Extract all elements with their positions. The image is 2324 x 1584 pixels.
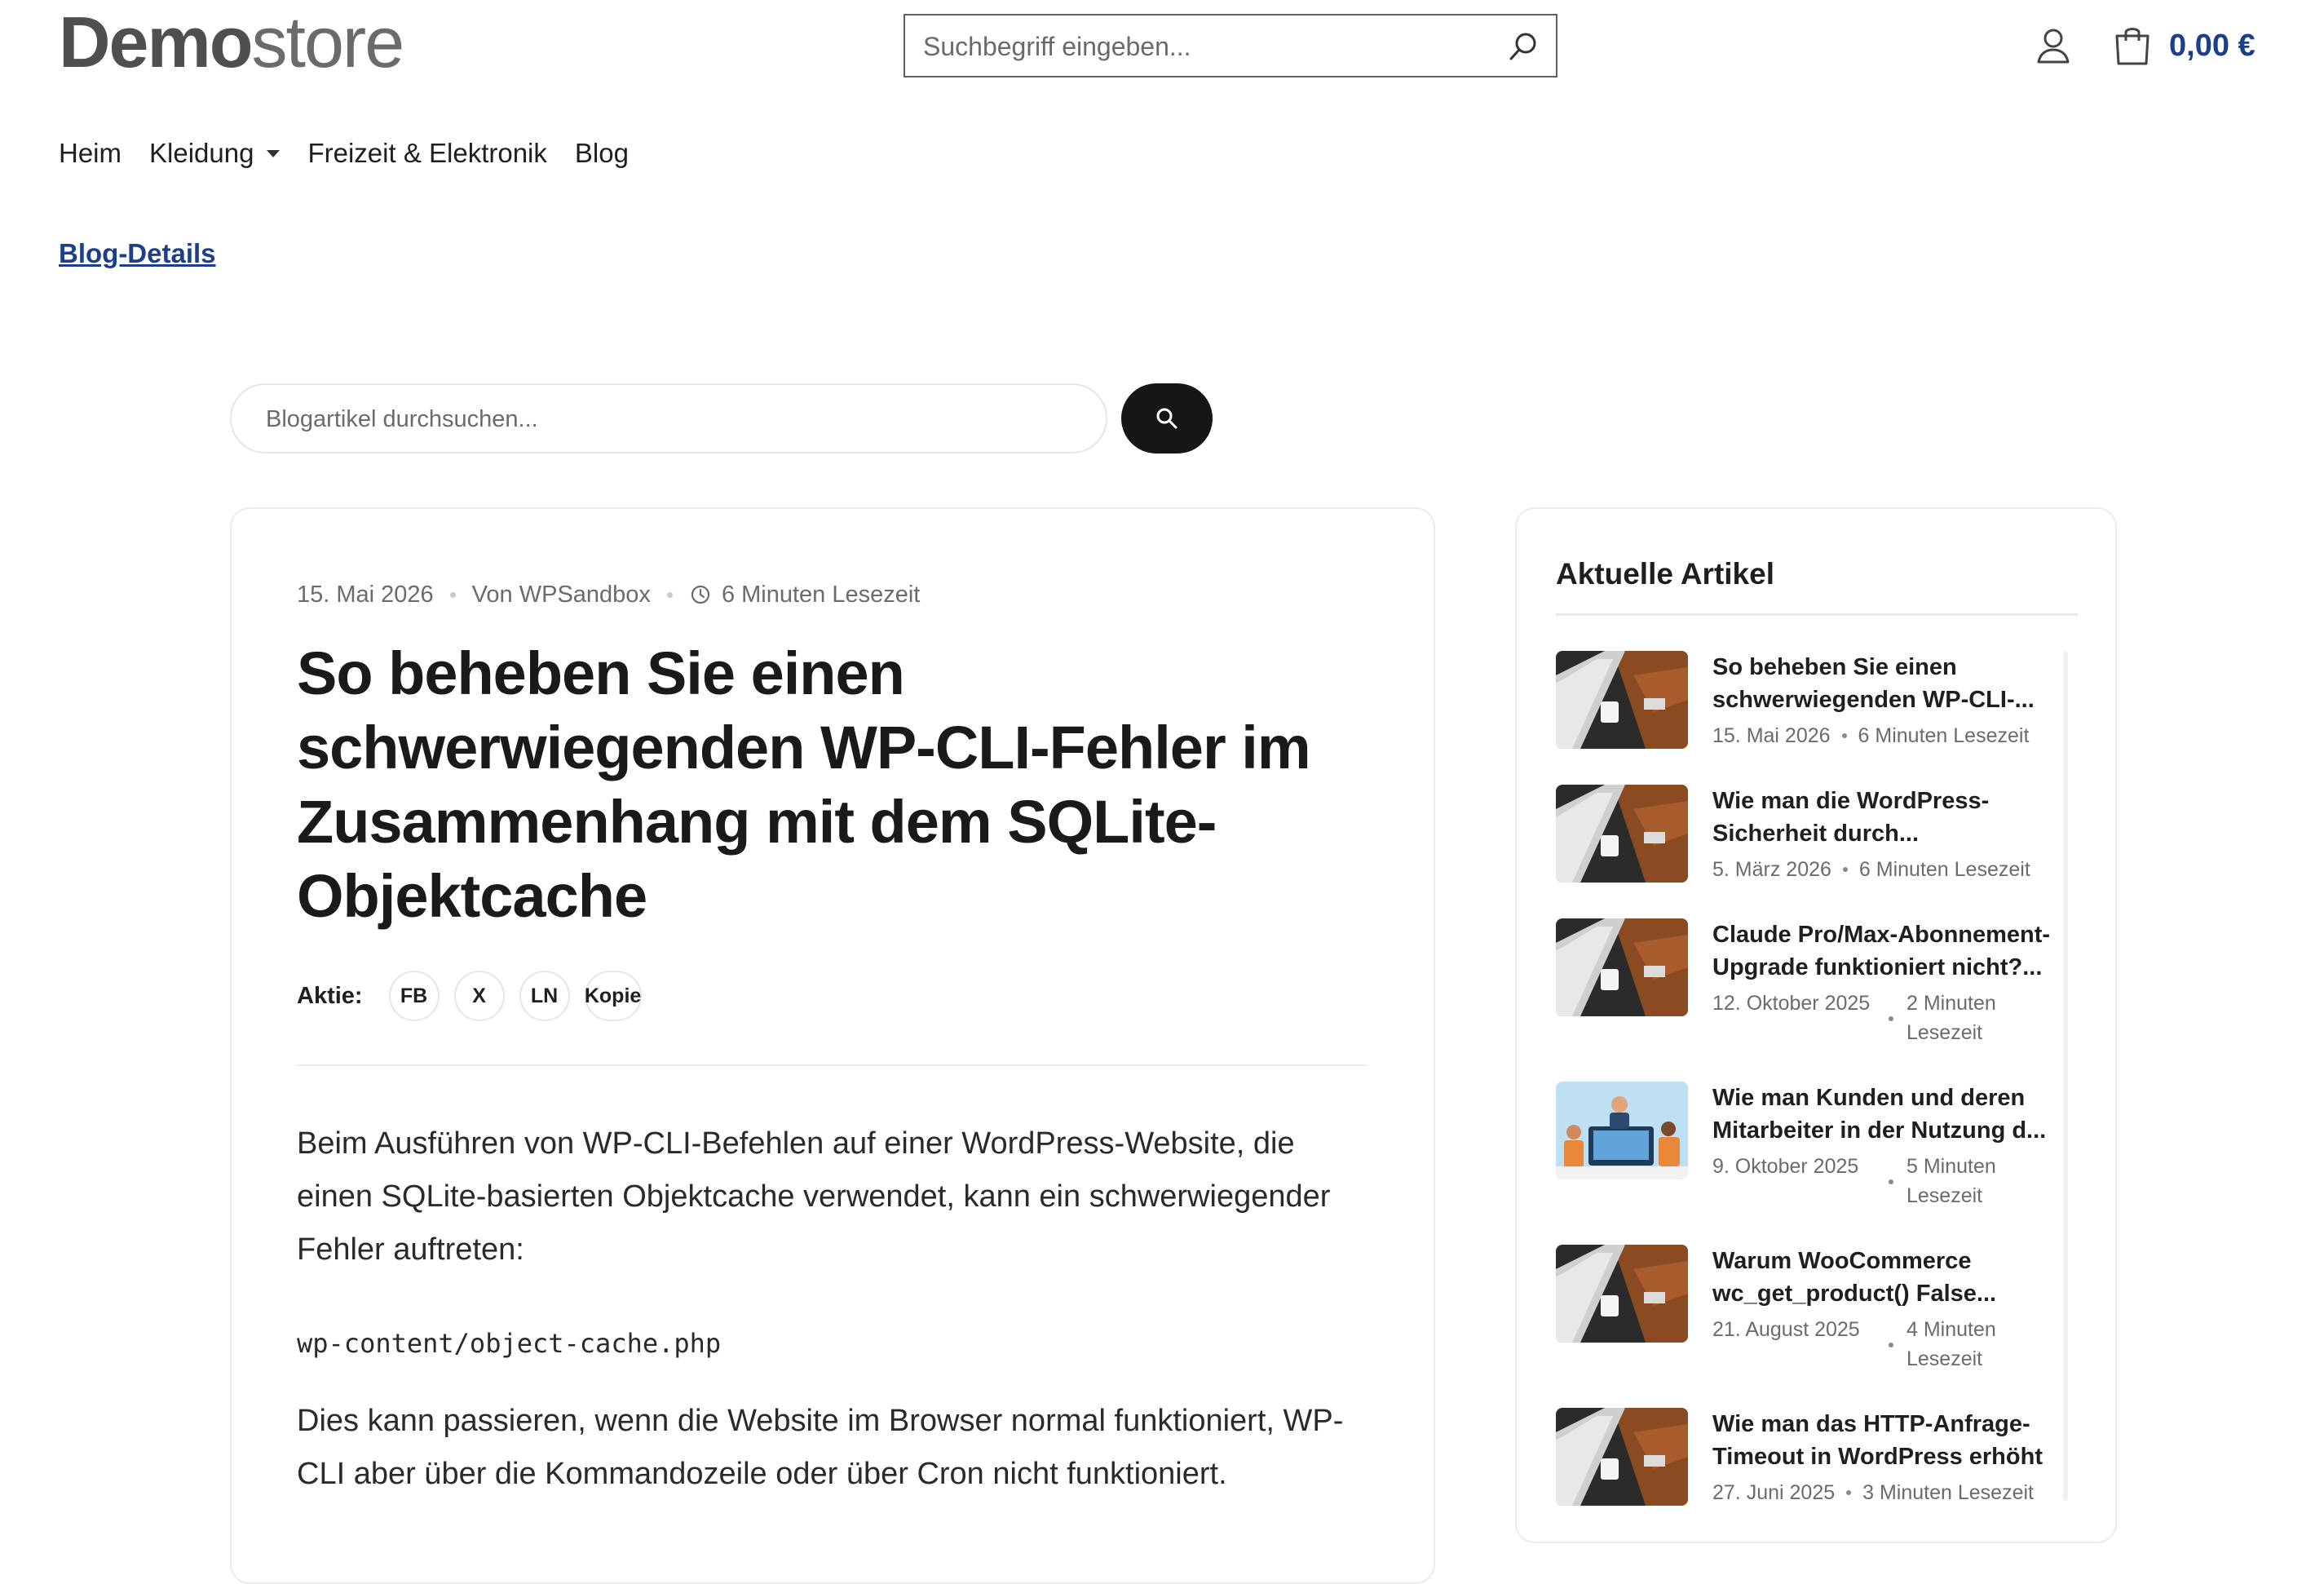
cart-icon[interactable] — [2112, 24, 2153, 67]
blog-search-button[interactable] — [1121, 383, 1213, 454]
breadcrumb[interactable]: Blog-Details — [59, 236, 216, 272]
post-thumbnail — [1556, 1245, 1688, 1343]
chevron-down-icon — [267, 149, 281, 157]
article-read-time: 6 Minuten Lesezeit — [721, 582, 921, 608]
post-meta: 15. Mai 2026 6 Minuten Lesezeit — [1712, 721, 2029, 750]
copy-link-button[interactable]: Kopie — [584, 971, 642, 1021]
post-read-time: 3 Minuten Lesezeit — [1862, 1481, 2034, 1504]
article-author: Von WPSandbox — [471, 582, 651, 608]
search-icon — [1156, 408, 1177, 429]
site-search-input[interactable] — [921, 15, 1496, 77]
share-bar: Aktie: FB X LN Kopie — [297, 971, 656, 1021]
divider — [297, 1064, 1367, 1066]
blog-search — [230, 383, 1107, 454]
post-date: 12. Oktober 2025 — [1712, 992, 1871, 1015]
post-date: 21. August 2025 — [1712, 1318, 1860, 1341]
inline-code: wp-content/object-cache.php — [297, 1328, 722, 1359]
separator-dot — [1889, 1016, 1893, 1021]
user-account-icon[interactable] — [2034, 26, 2073, 65]
recent-post-item[interactable]: Warum WooCommerce wc_get_product() False… — [1556, 1245, 2053, 1375]
nav-label: Kleidung — [149, 138, 254, 168]
nav-item-clothing[interactable]: Kleidung — [149, 135, 281, 171]
post-title: Wie man Kunden und deren Mitarbeiter in … — [1712, 1085, 2047, 1144]
blog-search-input[interactable] — [264, 385, 1067, 454]
nav-label: Heim — [59, 138, 122, 168]
share-facebook-button[interactable]: FB — [388, 971, 440, 1021]
nav-label: Freizeit & Elektronik — [307, 138, 547, 168]
post-title: Wie man das HTTP-Anfrage-Timeout in Word… — [1712, 1411, 2043, 1470]
recent-post-item[interactable]: Wie man Kunden und deren Mitarbeiter in … — [1556, 1082, 2053, 1212]
post-thumbnail — [1556, 785, 1688, 883]
post-title: So beheben Sie einen schwerwiegenden WP-… — [1712, 654, 2035, 713]
cart-total[interactable]: 0,00 € — [2169, 24, 2256, 67]
article-meta: 15. Mai 2026 Von WPSandbox 6 Minuten Les… — [297, 577, 920, 612]
post-read-time: 2 Minuten Lesezeit — [1906, 992, 1996, 1044]
post-read-time: 6 Minuten Lesezeit — [1858, 724, 2030, 747]
recent-post-item[interactable]: So beheben Sie einen schwerwiegenden WP-… — [1556, 651, 2053, 749]
post-title: Wie man die WordPress-Sicherheit durch..… — [1712, 788, 1990, 847]
post-date: 15. Mai 2026 — [1712, 724, 1831, 747]
main-navigation: Heim Kleidung Freizeit & Elektronik Blog — [59, 135, 656, 171]
nav-label: Blog — [574, 138, 629, 168]
post-title: Warum WooCommerce wc_get_product() False… — [1712, 1248, 1997, 1307]
post-date: 27. Juni 2025 — [1712, 1481, 1836, 1504]
nav-item-blog[interactable]: Blog — [575, 135, 629, 171]
clock-icon — [691, 585, 710, 604]
post-title: Claude Pro/Max-Abonnement-Upgrade funkti… — [1712, 922, 2051, 980]
post-read-time: 4 Minuten Lesezeit — [1906, 1318, 1996, 1370]
logo-light: store — [251, 2, 405, 82]
separator-dot — [1846, 1490, 1852, 1495]
post-meta: 5. März 2026 6 Minuten Lesezeit — [1712, 855, 2030, 884]
post-meta: 27. Juni 2025 3 Minuten Lesezeit — [1712, 1478, 2034, 1507]
nav-item-home[interactable]: Heim — [59, 135, 122, 171]
post-thumbnail — [1556, 918, 1688, 1016]
post-read-time: 6 Minuten Lesezeit — [1858, 858, 2030, 881]
logo-bold: Demo — [59, 2, 253, 82]
nav-item-leisure-electronics[interactable]: Freizeit & Elektronik — [307, 135, 546, 171]
separator-dot — [1842, 867, 1848, 872]
post-thumbnail — [1556, 1082, 1688, 1179]
post-meta: 12. Oktober 2025 2 Minuten Lesezeit — [1712, 989, 2037, 1047]
article-date: 15. Mai 2026 — [297, 582, 434, 608]
recent-post-item[interactable]: Claude Pro/Max-Abonnement-Upgrade funkti… — [1556, 918, 2053, 1049]
site-search — [904, 14, 1557, 77]
share-x-button[interactable]: X — [453, 971, 505, 1021]
sidebar-title: Aktuelle Artikel — [1556, 557, 1774, 591]
separator-dot — [1889, 1179, 1893, 1184]
search-icon[interactable] — [1507, 30, 1540, 63]
post-date: 5. März 2026 — [1712, 858, 1831, 881]
post-read-time: 5 Minuten Lesezeit — [1906, 1155, 1996, 1207]
sidebar-scrollbar[interactable] — [2063, 651, 2068, 1501]
post-thumbnail — [1556, 651, 1688, 749]
share-label: Aktie: — [297, 982, 363, 1009]
divider — [1556, 613, 2078, 616]
post-thumbnail — [1556, 1408, 1688, 1506]
store-logo[interactable]: Demostore — [59, 2, 405, 83]
recent-post-item[interactable]: Wie man die WordPress-Sicherheit durch..… — [1556, 785, 2053, 883]
post-date: 9. Oktober 2025 — [1712, 1155, 1859, 1178]
article-title: So beheben Sie einen schwerwiegenden WP-… — [297, 639, 1311, 930]
post-meta: 21. August 2025 4 Minuten Lesezeit — [1712, 1315, 2037, 1374]
separator-dot — [666, 591, 673, 598]
article-paragraph: Dies kann passieren, wenn die Website im… — [297, 1404, 1344, 1491]
separator-dot — [1889, 1343, 1893, 1347]
recent-post-item[interactable]: Wie man das HTTP-Anfrage-Timeout in Word… — [1556, 1408, 2053, 1506]
article-paragraph: Beim Ausführen von WP-CLI-Befehlen auf e… — [297, 1126, 1331, 1267]
share-linkedin-button[interactable]: LN — [519, 971, 570, 1021]
separator-dot — [1841, 733, 1847, 738]
post-meta: 9. Oktober 2025 5 Minuten Lesezeit — [1712, 1152, 2037, 1210]
separator-dot — [449, 591, 456, 598]
